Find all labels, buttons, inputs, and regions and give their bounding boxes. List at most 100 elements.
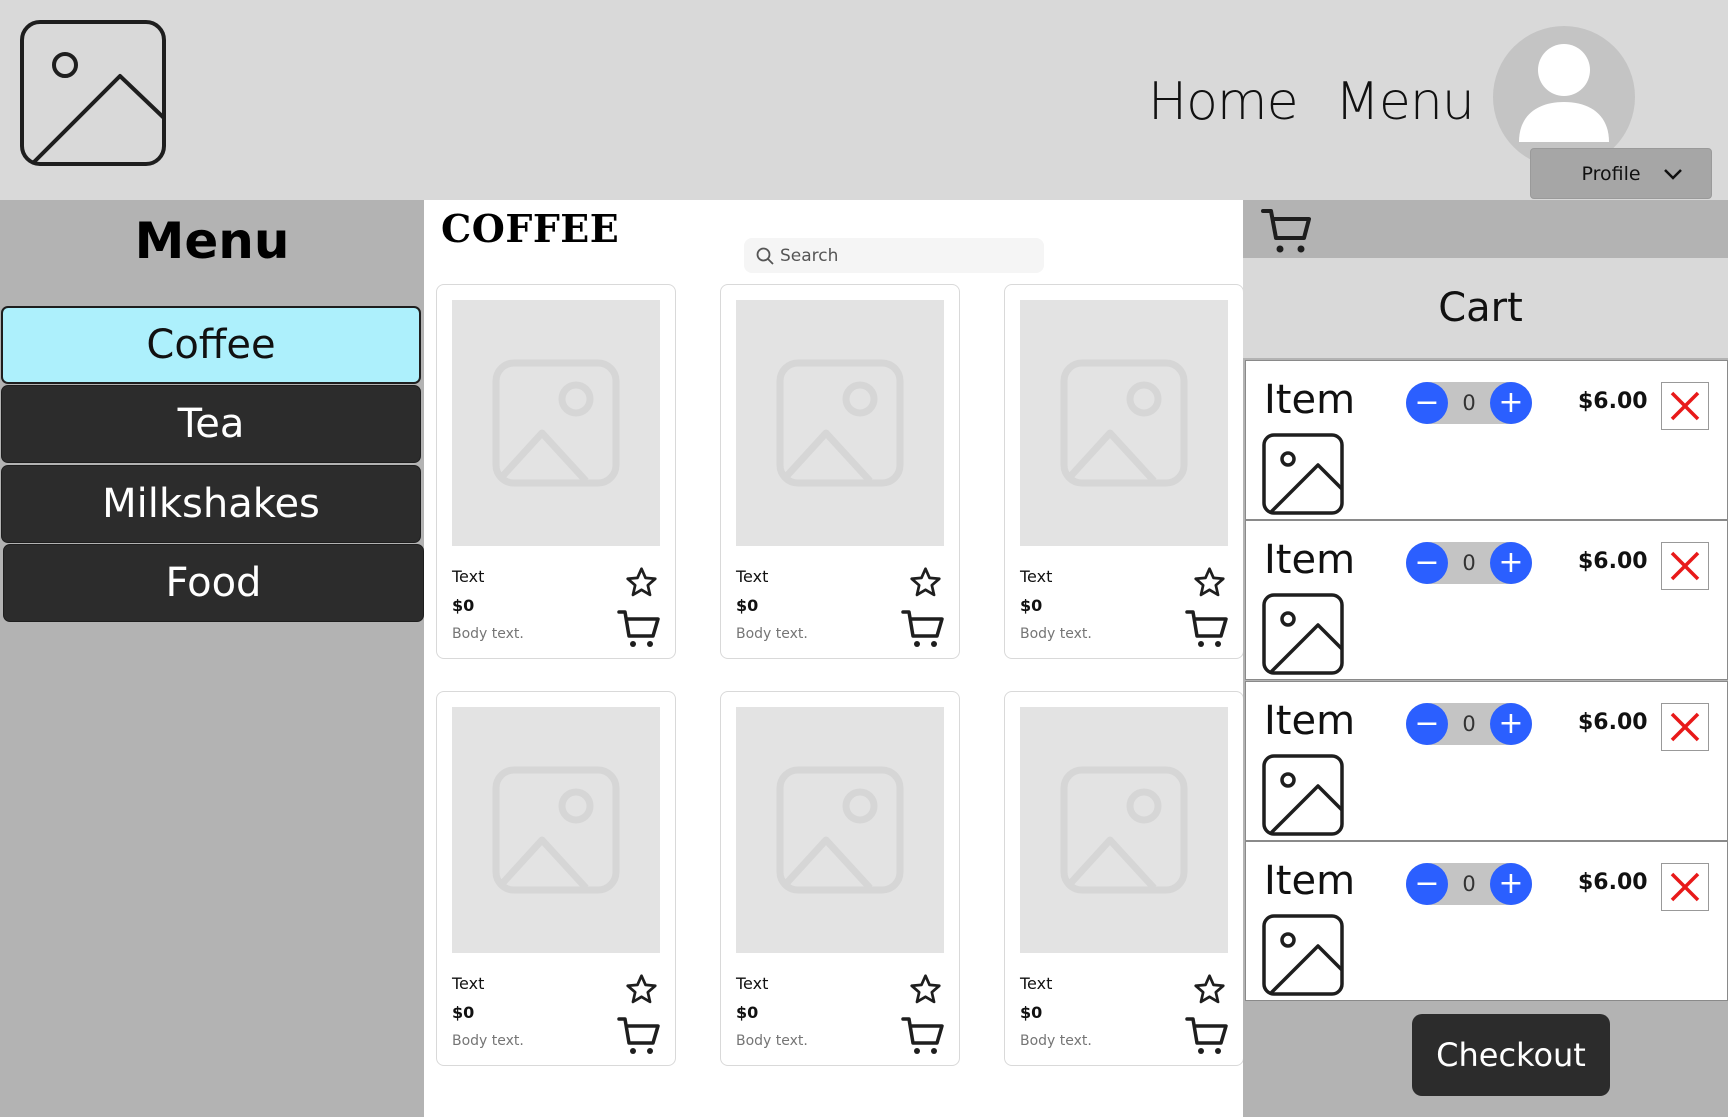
- star-icon[interactable]: [625, 973, 658, 1006]
- cart-item-row: Item −0 + $6.00: [1245, 520, 1728, 680]
- image-placeholder-icon: [776, 766, 904, 894]
- add-to-cart-icon[interactable]: [901, 1015, 945, 1057]
- quantity-value[interactable]: 0: [1448, 863, 1490, 905]
- star-icon[interactable]: [625, 566, 658, 599]
- sidebar-item-food[interactable]: Food: [3, 544, 424, 622]
- product-name: Text: [736, 974, 769, 993]
- product-image: [1020, 300, 1228, 546]
- star-icon[interactable]: [909, 566, 942, 599]
- product-name: Text: [1020, 567, 1053, 586]
- star-icon[interactable]: [909, 973, 942, 1006]
- product-name: Text: [1020, 974, 1053, 993]
- cart-item-row: Item −0 + $6.00: [1245, 681, 1728, 841]
- product-image: [452, 300, 660, 546]
- add-to-cart-icon[interactable]: [1185, 1015, 1229, 1057]
- chevron-down-icon: [1663, 168, 1682, 180]
- product-card[interactable]: Text $0 Body text.: [1004, 284, 1244, 659]
- product-image: [736, 707, 944, 953]
- image-placeholder-icon: [1262, 754, 1344, 836]
- quantity-value[interactable]: 0: [1448, 542, 1490, 584]
- profile-dropdown[interactable]: Profile: [1530, 148, 1712, 199]
- cart-item-price: $6.00: [1578, 389, 1648, 414]
- cart-item-price: $6.00: [1578, 870, 1648, 895]
- increase-quantity-button[interactable]: +: [1490, 542, 1532, 584]
- product-card[interactable]: Text $0 Body text.: [720, 691, 960, 1066]
- remove-item-button[interactable]: [1661, 382, 1709, 430]
- quantity-value[interactable]: 0: [1448, 382, 1490, 424]
- cart-panel: Cart Item −0 + $6.00 Item −0 + $6.00 Item −0 + $6.0…: [1243, 200, 1728, 1117]
- star-icon[interactable]: [1193, 566, 1226, 599]
- decrease-quantity-button[interactable]: −: [1406, 382, 1448, 424]
- product-name: Text: [736, 567, 769, 586]
- image-placeholder-icon: [1262, 914, 1344, 996]
- cart-item-name: Item: [1264, 377, 1356, 423]
- quantity-value[interactable]: 0: [1448, 703, 1490, 745]
- cart-item-name: Item: [1264, 858, 1356, 904]
- product-description: Body text.: [736, 626, 808, 642]
- remove-item-button[interactable]: [1661, 703, 1709, 751]
- product-image: [1020, 707, 1228, 953]
- product-card[interactable]: Text $0 Body text.: [436, 691, 676, 1066]
- increase-quantity-button[interactable]: +: [1490, 863, 1532, 905]
- decrease-quantity-button[interactable]: −: [1406, 542, 1448, 584]
- cart-item-price: $6.00: [1578, 549, 1648, 574]
- nav-home-link[interactable]: Home: [1148, 72, 1299, 132]
- search-input[interactable]: Search: [744, 238, 1044, 273]
- product-image: [736, 300, 944, 546]
- increase-quantity-button[interactable]: +: [1490, 382, 1532, 424]
- sidebar-title: Menu: [134, 212, 290, 270]
- image-placeholder-icon[interactable]: [20, 20, 166, 166]
- image-placeholder-icon: [492, 766, 620, 894]
- decrease-quantity-button[interactable]: −: [1406, 703, 1448, 745]
- remove-item-button[interactable]: [1661, 863, 1709, 911]
- product-card[interactable]: Text $0 Body text.: [436, 284, 676, 659]
- image-placeholder-icon: [1262, 433, 1344, 515]
- avatar[interactable]: [1493, 26, 1635, 168]
- search-placeholder: Search: [780, 245, 839, 266]
- cart-item-row: Item −0 + $6.00: [1245, 841, 1728, 1001]
- star-icon[interactable]: [1193, 973, 1226, 1006]
- cart-icon[interactable]: [1261, 206, 1313, 256]
- image-placeholder-icon: [1060, 766, 1188, 894]
- product-price: $0: [452, 596, 475, 615]
- quantity-stepper: −0 +: [1406, 382, 1532, 424]
- product-name: Text: [452, 567, 485, 586]
- category-sidebar: Menu Coffee Tea Milkshakes Food: [0, 200, 424, 1117]
- sidebar-item-milkshakes[interactable]: Milkshakes: [1, 465, 421, 543]
- profile-label: Profile: [1581, 162, 1641, 185]
- cart-item-name: Item: [1264, 537, 1356, 583]
- sidebar-item-tea[interactable]: Tea: [1, 385, 421, 463]
- product-area: COFFEE Search Text $0 Body text. Text $0 Body…: [424, 200, 1244, 1117]
- close-icon: [1670, 391, 1700, 421]
- add-to-cart-icon[interactable]: [617, 608, 661, 650]
- product-price: $0: [1020, 596, 1043, 615]
- top-header: Home Menu Profile: [0, 0, 1728, 200]
- image-placeholder-icon: [776, 359, 904, 487]
- quantity-stepper: −0 +: [1406, 863, 1532, 905]
- checkout-button[interactable]: Checkout: [1412, 1014, 1610, 1096]
- increase-quantity-button[interactable]: +: [1490, 703, 1532, 745]
- product-card[interactable]: Text $0 Body text.: [1004, 691, 1244, 1066]
- product-description: Body text.: [452, 626, 524, 642]
- product-price: $0: [452, 1003, 475, 1022]
- product-price: $0: [1020, 1003, 1043, 1022]
- close-icon: [1670, 551, 1700, 581]
- decrease-quantity-button[interactable]: −: [1406, 863, 1448, 905]
- sidebar-item-coffee[interactable]: Coffee: [1, 306, 421, 384]
- add-to-cart-icon[interactable]: [1185, 608, 1229, 650]
- image-placeholder-icon: [492, 359, 620, 487]
- page-title: COFFEE: [441, 206, 620, 251]
- nav-menu-link[interactable]: Menu: [1335, 72, 1475, 132]
- remove-item-button[interactable]: [1661, 542, 1709, 590]
- cart-item-name: Item: [1264, 698, 1356, 744]
- add-to-cart-icon[interactable]: [617, 1015, 661, 1057]
- cart-item-price: $6.00: [1578, 710, 1648, 735]
- product-name: Text: [452, 974, 485, 993]
- cart-item-row: Item −0 + $6.00: [1245, 360, 1728, 520]
- add-to-cart-icon[interactable]: [901, 608, 945, 650]
- search-icon: [756, 247, 774, 265]
- quantity-stepper: −0 +: [1406, 542, 1532, 584]
- close-icon: [1670, 872, 1700, 902]
- product-card[interactable]: Text $0 Body text.: [720, 284, 960, 659]
- product-description: Body text.: [1020, 626, 1092, 642]
